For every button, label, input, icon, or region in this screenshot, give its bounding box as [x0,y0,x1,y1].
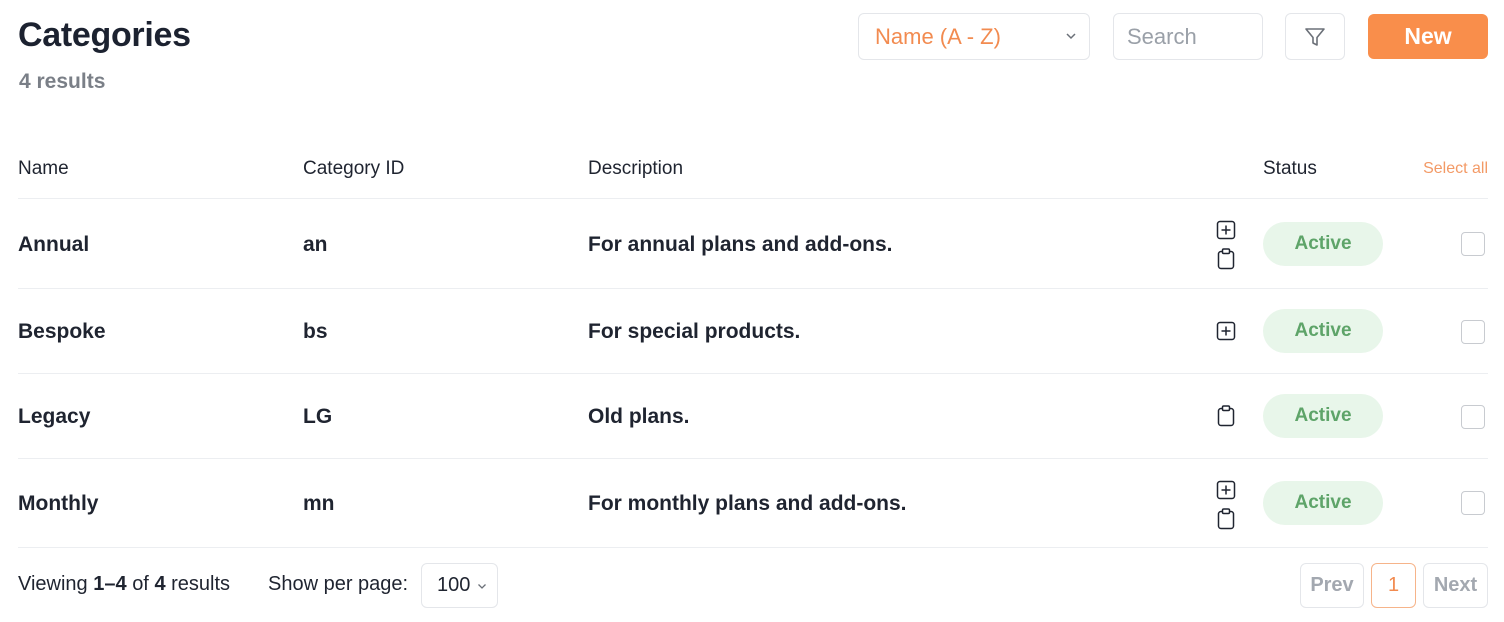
table-row[interactable]: Legacy LG Old plans. Active [18,373,1488,458]
plus-square-icon[interactable] [1216,479,1236,501]
viewing-summary: Viewing 1–4 of 4 results [18,573,230,596]
row-name: Annual [18,233,90,256]
viewing-total: 4 [154,573,166,595]
status-badge: Active [1263,222,1383,266]
results-count: 4 results [19,70,106,93]
sort-select-value: Name (A - Z) [875,23,1001,49]
select-all-link[interactable]: Select all [1423,160,1488,178]
chevron-down-icon [1066,33,1076,40]
plus-square-icon[interactable] [1216,219,1236,241]
new-button[interactable]: New [1368,14,1488,59]
status-badge: Active [1263,394,1383,438]
plus-square-icon[interactable] [1216,320,1236,342]
status-badge: Active [1263,309,1383,353]
row-category-id: mn [303,492,335,515]
page-1-button[interactable]: 1 [1371,563,1416,608]
prev-page-button[interactable]: Prev [1300,563,1364,608]
viewing-of: of [132,573,149,595]
row-description: For monthly plans and add-ons. [588,492,907,515]
row-name: Bespoke [18,320,106,343]
table-row[interactable]: Annual an For annual plans and add-ons. … [18,198,1488,288]
column-header-status: Status [1263,158,1317,179]
search-input[interactable] [1113,13,1263,60]
row-description: Old plans. [588,405,690,428]
row-checkbox[interactable] [1461,491,1485,515]
next-page-button[interactable]: Next [1423,563,1488,608]
row-checkbox[interactable] [1461,405,1485,429]
column-header-name: Name [18,158,69,179]
filter-icon [1305,27,1325,46]
viewing-suffix: results [171,573,231,595]
viewing-prefix: Viewing [18,573,88,595]
table-row[interactable]: Bespoke bs For special products. Active [18,288,1488,373]
row-description: For special products. [588,320,801,343]
clipboard-icon[interactable] [1216,248,1236,270]
column-header-category-id: Category ID [303,158,405,179]
page-title: Categories [18,16,191,54]
chevron-down-icon [478,584,486,589]
per-page-label: Show per page: [268,573,409,595]
column-header-description: Description [588,158,684,179]
row-checkbox[interactable] [1461,320,1485,344]
clipboard-icon[interactable] [1216,405,1236,427]
footer-divider [18,547,1488,548]
status-badge: Active [1263,481,1383,525]
row-category-id: bs [303,320,328,343]
viewing-range: 1–4 [93,573,127,595]
row-name: Monthly [18,492,99,515]
sort-select[interactable]: Name (A - Z) [858,13,1090,60]
per-page-select[interactable]: 100 [421,563,498,608]
row-category-id: an [303,233,328,256]
filter-button[interactable] [1285,13,1345,60]
row-checkbox[interactable] [1461,232,1485,256]
row-name: Legacy [18,405,91,428]
row-category-id: LG [303,405,333,428]
per-page-value: 100 [437,574,471,596]
clipboard-icon[interactable] [1216,508,1236,530]
table-row[interactable]: Monthly mn For monthly plans and add-ons… [18,458,1488,547]
row-description: For annual plans and add-ons. [588,233,893,256]
